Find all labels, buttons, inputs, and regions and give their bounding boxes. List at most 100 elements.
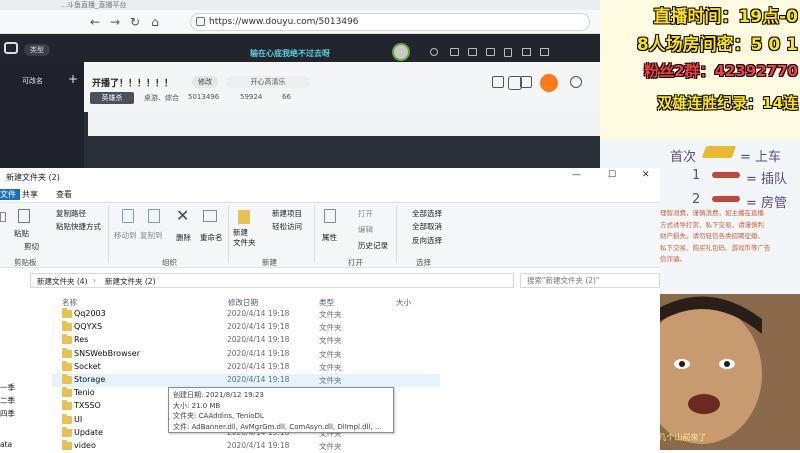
column-header-name[interactable]: 名称 bbox=[62, 297, 77, 308]
file-row[interactable]: Qq2003 2020/4/14 19:18 文件夹 bbox=[52, 308, 440, 321]
history-icon[interactable] bbox=[486, 48, 495, 56]
refresh-icon[interactable]: ↻ bbox=[128, 15, 142, 29]
copy-to-button[interactable]: 复制到 bbox=[140, 230, 163, 241]
home-icon[interactable]: ⌂ bbox=[148, 15, 162, 29]
easy-access-button[interactable]: 轻松访问 bbox=[272, 221, 302, 232]
column-header-size[interactable]: 大小 bbox=[396, 297, 411, 308]
invert-selection-button[interactable]: 反向选择 bbox=[412, 235, 442, 246]
nav-item[interactable]: ata bbox=[0, 440, 12, 449]
edit-title-button[interactable]: 修改 bbox=[192, 76, 218, 88]
file-date: 2020/4/14 19:18 bbox=[227, 361, 290, 371]
breadcrumb-separator-icon: › bbox=[93, 276, 96, 285]
heat-count: 59924 bbox=[240, 93, 263, 101]
stream-overlay: 直播时间：19点-0 8人场房间密：5 0 1 粉丝2群：42392770 双雄… bbox=[600, 0, 800, 140]
tag-input[interactable]: 开心高清乐 bbox=[226, 76, 310, 88]
select-none-button[interactable]: 全部取消 bbox=[412, 221, 442, 232]
paste-button[interactable]: 粘贴 bbox=[14, 228, 29, 239]
url-input[interactable]: https://www.douyu.com/5013496 bbox=[190, 13, 590, 31]
forward-icon[interactable]: → bbox=[108, 15, 122, 29]
copy-path-button[interactable]: 复制路径 bbox=[56, 208, 86, 219]
file-name: Storage bbox=[74, 375, 106, 384]
add-icon[interactable]: + bbox=[68, 72, 78, 86]
message-icon[interactable] bbox=[450, 48, 459, 56]
rename-button[interactable]: 重命名 bbox=[200, 232, 223, 243]
select-all-button[interactable]: 全部选择 bbox=[412, 208, 442, 219]
nav-item[interactable]: 二季 bbox=[0, 395, 15, 406]
cut-button[interactable]: 剪切 bbox=[24, 241, 39, 252]
file-row[interactable]: Res 2020/4/14 19:18 文件夹 bbox=[52, 334, 440, 347]
move-to-icon[interactable] bbox=[122, 209, 134, 223]
copy-icon[interactable] bbox=[0, 212, 6, 222]
douyu-header: 类型 输在心底我绝不过去呀 bbox=[0, 34, 600, 62]
breadcrumb-item[interactable]: 新建文件夹 (2) bbox=[105, 276, 156, 287]
gift-icon[interactable] bbox=[520, 76, 532, 88]
rename-label[interactable]: 可改名 bbox=[22, 76, 43, 86]
history-button[interactable]: 历史记录 bbox=[358, 240, 388, 251]
file-date: 2020/4/14 19:18 bbox=[227, 322, 290, 332]
delete-button[interactable]: 删除 bbox=[176, 232, 191, 243]
rule-first-label: 首次 bbox=[670, 150, 697, 165]
column-header-type[interactable]: 类型 bbox=[319, 297, 334, 308]
gold-bar-icon bbox=[701, 146, 737, 158]
tab-file[interactable]: 文件 bbox=[0, 189, 20, 200]
url-text: https://www.douyu.com/5013496 bbox=[209, 17, 359, 27]
box-icon[interactable] bbox=[492, 76, 504, 88]
file-row[interactable]: Storage 2020/4/14 19:18 文件夹 bbox=[52, 374, 440, 387]
minimize-button[interactable]: — bbox=[572, 170, 581, 180]
properties-icon[interactable] bbox=[324, 209, 336, 223]
headset-icon[interactable] bbox=[430, 48, 438, 56]
close-button[interactable]: ✕ bbox=[642, 170, 650, 180]
overlay-fan-group: 粉丝2群：42392770 bbox=[644, 62, 798, 80]
path-breadcrumb[interactable]: 新建文件夹 (4) › 新建文件夹 (2) bbox=[30, 273, 514, 288]
bag-icon[interactable] bbox=[504, 48, 512, 57]
avatar[interactable] bbox=[392, 43, 410, 61]
tab-share[interactable]: 共享 bbox=[22, 189, 38, 200]
rename-icon[interactable] bbox=[203, 210, 217, 222]
task-icon[interactable] bbox=[540, 48, 549, 56]
maximize-button[interactable]: ☐ bbox=[608, 170, 616, 180]
properties-button[interactable]: 属性 bbox=[322, 232, 337, 243]
download-icon[interactable] bbox=[522, 48, 531, 56]
move-to-button[interactable]: 移动到 bbox=[114, 230, 137, 241]
file-date: 2020/4/14 19:18 bbox=[227, 348, 290, 358]
paste-shortcut-button[interactable]: 粘贴快捷方式 bbox=[56, 221, 101, 232]
ribbon-separator bbox=[228, 205, 229, 263]
live-dot-icon[interactable] bbox=[540, 74, 558, 92]
share-network-icon[interactable] bbox=[570, 76, 582, 88]
new-folder-icon[interactable] bbox=[238, 210, 250, 224]
browser-tab-title[interactable]: …斗鱼直播_直播平台 bbox=[60, 0, 127, 10]
new-item-button[interactable]: 新建项目 bbox=[272, 208, 302, 219]
category-badge[interactable]: 英雄杀 bbox=[90, 92, 134, 104]
search-input[interactable]: 搜索"新建文件夹 (2)" bbox=[520, 273, 660, 288]
select-group-label: 选择 bbox=[416, 258, 431, 267]
tooltip-size: 大小: 21.0 MB bbox=[173, 401, 221, 410]
ribbon-tabs: 文件 共享 查看 bbox=[0, 186, 660, 202]
file-row[interactable]: video 2020/4/14 19:18 文件夹 bbox=[52, 440, 440, 453]
edit-button[interactable]: 编辑 bbox=[358, 224, 373, 235]
file-type: 文件夹 bbox=[319, 336, 342, 346]
file-row[interactable]: SNSWebBrowser 2020/4/14 19:18 文件夹 bbox=[52, 347, 440, 361]
copy-to-icon[interactable] bbox=[148, 209, 160, 223]
paste-icon[interactable] bbox=[18, 209, 30, 223]
category-button[interactable]: 类型 bbox=[24, 44, 50, 56]
nav-item[interactable]: 四季 bbox=[0, 408, 15, 419]
file-type: 文件夹 bbox=[319, 376, 342, 385]
open-button[interactable]: 打开 bbox=[358, 208, 373, 219]
file-type: 文件夹 bbox=[319, 442, 342, 451]
breadcrumb-item[interactable]: 新建文件夹 (4) bbox=[37, 276, 88, 287]
back-icon[interactable]: ← bbox=[88, 15, 102, 29]
column-header-date[interactable]: 修改日期 bbox=[228, 297, 258, 308]
file-row[interactable]: QQYXS 2020/4/14 19:18 文件夹 bbox=[52, 321, 440, 334]
marquee-text: 输在心底我绝不过去呀 bbox=[250, 49, 330, 58]
file-date: 2020/4/14 19:18 bbox=[227, 335, 290, 345]
file-name: Socket bbox=[74, 361, 101, 371]
new-folder-button[interactable]: 新建 文件夹 bbox=[233, 228, 256, 248]
screen-icon[interactable] bbox=[468, 48, 477, 56]
tab-view[interactable]: 查看 bbox=[56, 189, 72, 200]
file-row[interactable]: Socket 2020/4/14 19:18 文件夹 bbox=[52, 360, 440, 374]
delete-icon[interactable]: ✕ bbox=[176, 206, 189, 225]
file-date: 2020/4/14 19:18 bbox=[227, 441, 290, 450]
nav-item[interactable]: 一季 bbox=[0, 382, 15, 393]
folder-icon bbox=[62, 440, 72, 450]
plane-icon-2 bbox=[712, 196, 740, 202]
